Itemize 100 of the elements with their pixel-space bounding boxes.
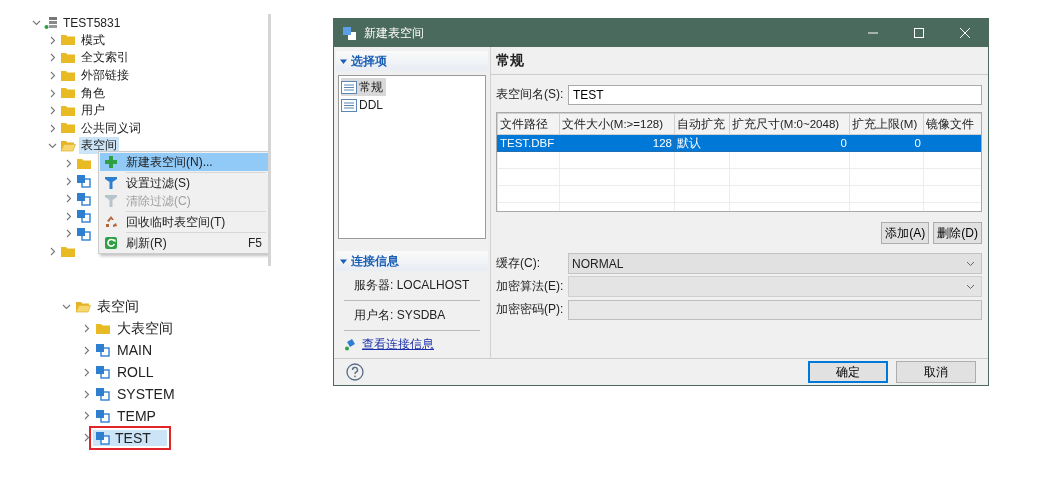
- collapse-chevron-icon[interactable]: [48, 141, 57, 151]
- tablespace-icon: [76, 174, 92, 189]
- column-header[interactable]: 镜像文件: [923, 113, 981, 135]
- menu-item[interactable]: 刷新(R) F5: [100, 234, 268, 252]
- tree-item[interactable]: 表空间: [95, 297, 141, 316]
- expand-chevron-icon[interactable]: [82, 411, 91, 421]
- tree-item[interactable]: 用户: [79, 102, 107, 120]
- filter-icon: [104, 176, 118, 190]
- menu-item-label: 设置过滤(S): [126, 174, 190, 192]
- user-info: 用户名: SYSDBA: [354, 308, 446, 322]
- table-cell: 0: [840, 137, 847, 149]
- tree-item[interactable]: 全文索引: [79, 49, 131, 67]
- database-icon: [44, 15, 58, 30]
- tree-item[interactable]: SYSTEM: [115, 386, 177, 403]
- tablespace-icon: [95, 343, 111, 358]
- tablespace-icon: [76, 209, 92, 224]
- collapse-chevron-icon[interactable]: [32, 18, 41, 28]
- tablespace-icon: [342, 25, 357, 41]
- list-item[interactable]: 常规: [341, 78, 386, 96]
- tree-item[interactable]: MAIN: [115, 342, 154, 359]
- expand-chevron-icon[interactable]: [64, 211, 73, 221]
- connection-link[interactable]: 查看连接信息: [362, 336, 434, 353]
- expand-chevron-icon[interactable]: [82, 389, 91, 399]
- folder-icon: [60, 103, 76, 118]
- tree-item[interactable]: 模式: [79, 31, 107, 49]
- dropdown-chevron-icon: [966, 283, 975, 290]
- menu-item[interactable]: 回收临时表空间(T): [100, 213, 268, 231]
- column-header[interactable]: 扩充尺寸(M:0~2048): [729, 113, 850, 135]
- collapse-chevron-icon[interactable]: [62, 302, 71, 312]
- cancel-button[interactable]: 取消: [896, 361, 976, 383]
- tree-item[interactable]: 公共同义词: [79, 119, 143, 137]
- list-item[interactable]: DDL: [341, 96, 386, 114]
- folder-icon: [95, 321, 111, 336]
- tree-item[interactable]: 角色: [79, 84, 107, 102]
- expand-chevron-icon[interactable]: [48, 123, 57, 133]
- collapse-triangle-icon: [340, 57, 347, 65]
- shortcut-label: F5: [248, 236, 262, 250]
- connection-icon: [344, 338, 356, 351]
- expand-chevron-icon[interactable]: [82, 346, 91, 355]
- tree-item[interactable]: ROLL: [115, 364, 156, 381]
- tree-item[interactable]: 外部链接: [79, 67, 131, 85]
- tablespace-icon: [95, 387, 111, 402]
- open-folder-icon: [75, 299, 91, 314]
- page-icon: [341, 98, 357, 112]
- column-header[interactable]: 自动扩充: [674, 113, 730, 135]
- tree-item[interactable]: 大表空间: [115, 319, 175, 338]
- tree-item[interactable]: TEST5831: [61, 15, 123, 30]
- menu-item-label: 刷新(R): [126, 234, 167, 252]
- folder-icon: [60, 86, 76, 101]
- page-title: 常规: [496, 51, 524, 70]
- section-header[interactable]: 连接信息: [336, 251, 488, 271]
- refresh-icon: [104, 236, 118, 250]
- folder-icon: [60, 121, 76, 136]
- add-button[interactable]: 添加(A): [881, 222, 930, 244]
- menu-item-label: 清除过滤(C): [126, 192, 191, 210]
- field-label: 加密算法(E):: [496, 278, 562, 295]
- name-field[interactable]: TEST: [568, 84, 982, 105]
- tablespace-icon: [95, 365, 111, 380]
- tree-item-label[interactable]: TEST: [115, 429, 151, 446]
- server-info: 服务器: LOCALHOST: [354, 278, 470, 292]
- dropdown-field[interactable]: NORMAL: [568, 253, 982, 274]
- field-label: 缓存(C):: [496, 255, 541, 272]
- ok-button[interactable]: 确定: [808, 361, 888, 383]
- expand-chevron-icon[interactable]: [82, 433, 91, 443]
- tablespace-icon: [76, 226, 92, 241]
- tablespace-icon: [95, 430, 111, 445]
- menu-item[interactable]: 新建表空间(N)...: [100, 153, 268, 171]
- expand-chevron-icon[interactable]: [48, 71, 57, 81]
- column-header[interactable]: 文件大小(M:>=128): [559, 113, 675, 135]
- collapse-triangle-icon: [340, 257, 347, 265]
- table-cell: 0: [914, 137, 921, 149]
- filter-icon: [104, 194, 118, 208]
- menu-item[interactable]: 设置过滤(S): [100, 174, 268, 192]
- open-folder-icon: [60, 138, 76, 153]
- help-icon[interactable]: [346, 363, 364, 381]
- tree-item[interactable]: TEMP: [115, 407, 158, 424]
- expand-chevron-icon[interactable]: [48, 35, 57, 45]
- folder-icon: [60, 51, 76, 65]
- menu-item-label: 新建表空间(N)...: [126, 153, 213, 171]
- expand-chevron-icon[interactable]: [48, 106, 57, 116]
- expand-chevron-icon[interactable]: [82, 367, 91, 377]
- expand-chevron-icon[interactable]: [48, 88, 57, 98]
- window-title: 新建表空间: [364, 24, 424, 42]
- column-header[interactable]: 扩充上限(M): [849, 113, 924, 135]
- menu-item-label: 回收临时表空间(T): [126, 213, 226, 231]
- section-header[interactable]: 选择项: [336, 51, 488, 71]
- expand-chevron-icon[interactable]: [64, 229, 73, 239]
- table-cell: 默认: [677, 136, 701, 149]
- field-label: 表空间名(S):: [496, 86, 562, 103]
- expand-chevron-icon[interactable]: [64, 159, 73, 169]
- column-header[interactable]: 文件路径: [497, 113, 560, 135]
- page-icon: [341, 80, 357, 94]
- delete-button[interactable]: 删除(D): [933, 222, 982, 244]
- expand-chevron-icon[interactable]: [48, 53, 57, 63]
- expand-chevron-icon[interactable]: [48, 247, 57, 256]
- expand-chevron-icon[interactable]: [64, 176, 73, 186]
- table-cell: 128: [652, 137, 672, 149]
- expand-chevron-icon[interactable]: [82, 324, 91, 334]
- tablespace-icon: [95, 408, 111, 423]
- expand-chevron-icon[interactable]: [64, 194, 73, 204]
